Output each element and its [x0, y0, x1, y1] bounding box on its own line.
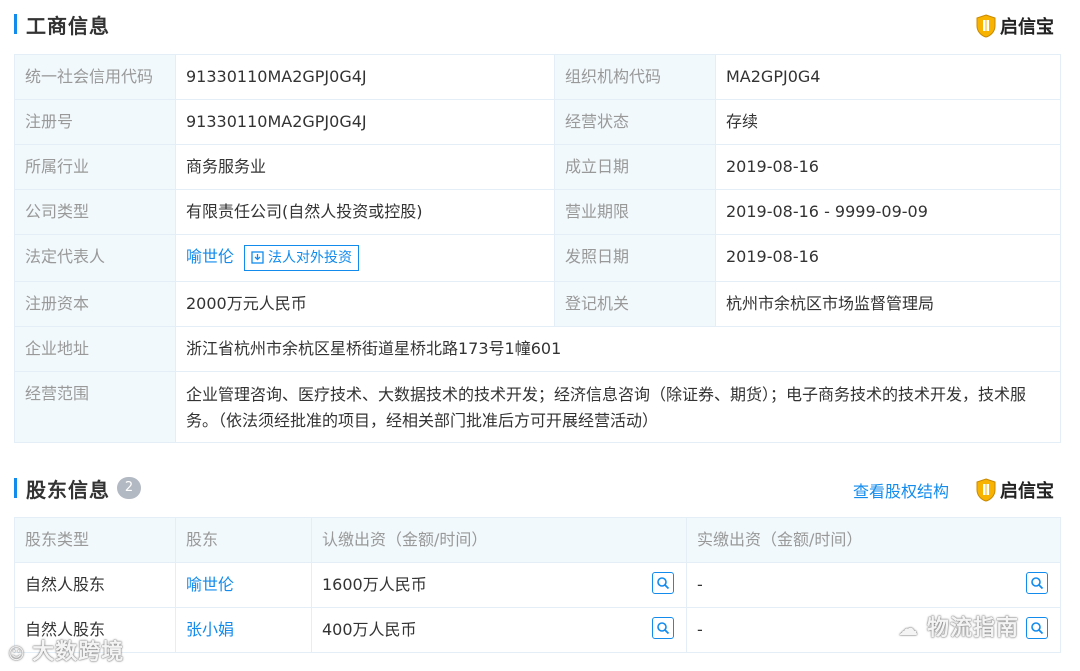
watermark-right-text: 物流指南 [926, 616, 1019, 641]
info-value: 2019-08-16 [715, 144, 1061, 190]
watermark-logo: ☺ [8, 644, 33, 663]
shareholder-name-cell: 喻世伦 [175, 562, 312, 608]
info-value: 91330110MA2GPJ0G4J [175, 54, 555, 100]
info-row: 企业地址 浙江省杭州市余杭区星桥街道星桥北路173号1幢601 [14, 326, 1061, 372]
shareholder-name-cell: 张小娟 [175, 607, 312, 653]
brand-name: 启信宝 [1000, 481, 1054, 502]
info-row: 所属行业 商务服务业 成立日期 2019-08-16 [14, 144, 1061, 190]
shareholder-type: 自然人股东 [14, 562, 176, 608]
info-value: 存续 [715, 99, 1061, 145]
info-value: 2019-08-16 [715, 234, 1061, 282]
investment-icon [251, 251, 264, 264]
search-button[interactable] [1026, 572, 1048, 594]
business-info-header: 工商信息 [14, 8, 110, 40]
search-icon [657, 622, 670, 635]
scope-value: 企业管理咨询、医疗技术、大数据技术的技术开发；经济信息咨询（除证券、期货）；电子… [175, 371, 1061, 443]
scope-label: 经营范围 [14, 371, 176, 443]
info-label: 法定代表人 [14, 234, 176, 282]
column-header: 认缴出资（金额/时间） [311, 517, 687, 563]
info-label: 统一社会信用代码 [14, 54, 176, 100]
info-label: 营业期限 [554, 189, 716, 235]
search-icon [657, 577, 670, 590]
column-header: 股东类型 [14, 517, 176, 563]
info-row: 注册号 91330110MA2GPJ0G4J 经营状态 存续 [14, 99, 1061, 145]
business-info-table: 统一社会信用代码 91330110MA2GPJ0G4J 组织机构代码 MA2GP… [14, 54, 1061, 443]
info-label: 公司类型 [14, 189, 176, 235]
info-label: 经营状态 [554, 99, 716, 145]
search-icon [1031, 577, 1044, 590]
info-value: 杭州市余杭区市场监督管理局 [715, 281, 1061, 327]
info-value: MA2GPJ0G4 [715, 54, 1061, 100]
shield-logo-icon [976, 478, 996, 502]
wechat-icon: ☁ [898, 616, 927, 640]
info-row: 公司类型 有限责任公司(自然人投资或控股) 营业期限 2019-08-16 - … [14, 189, 1061, 235]
column-header: 实缴出资（金额/时间） [686, 517, 1061, 563]
info-row: 法定代表人 喻世伦 法人对外投资 发照日期 2019-08-16 [14, 234, 1061, 282]
info-row: 经营范围 企业管理咨询、医疗技术、大数据技术的技术开发；经济信息咨询（除证券、期… [14, 371, 1061, 443]
watermark-left: ☺ 大数跨境 [8, 634, 124, 666]
table-header-row: 股东类型 股东 认缴出资（金额/时间） 实缴出资（金额/时间） [14, 517, 1061, 563]
view-equity-structure-link[interactable]: 查看股权结构 [853, 478, 949, 502]
paid-capital-cell: - [686, 562, 1061, 608]
info-row: 统一社会信用代码 91330110MA2GPJ0G4J 组织机构代码 MA2GP… [14, 54, 1061, 100]
subscribed-capital-cell: 1600万人民币 [311, 562, 687, 608]
investment-tag-label: 法人对外投资 [268, 249, 353, 266]
address-label: 企业地址 [14, 326, 176, 372]
info-value: 2000万元人民币 [175, 281, 555, 327]
info-value: 喻世伦 法人对外投资 [175, 234, 555, 282]
brand-name: 启信宝 [1000, 17, 1054, 38]
brand-logo: 启信宝 [976, 477, 1054, 503]
legal-rep-investment-button[interactable]: 法人对外投资 [244, 244, 360, 271]
shareholder-name-link[interactable]: 张小娟 [186, 608, 301, 652]
shield-logo-icon [976, 14, 996, 38]
info-label: 注册号 [14, 99, 176, 145]
search-button[interactable] [1026, 617, 1048, 639]
section-title: 工商信息 [26, 13, 110, 38]
info-label: 成立日期 [554, 144, 716, 190]
info-label: 登记机关 [554, 281, 716, 327]
info-value: 91330110MA2GPJ0G4J [175, 99, 555, 145]
section-accent-bar [14, 14, 17, 34]
info-label: 发照日期 [554, 234, 716, 282]
search-button[interactable] [652, 572, 674, 594]
table-row: 自然人股东 喻世伦 1600万人民币 - [14, 562, 1061, 608]
search-icon [1031, 622, 1044, 635]
watermark-left-text: 大数跨境 [32, 640, 125, 665]
info-value: 商务服务业 [175, 144, 555, 190]
column-header: 股东 [175, 517, 312, 563]
section-accent-bar [14, 478, 17, 498]
section-title: 股东信息 [26, 477, 110, 502]
watermark-right: ☁ 物流指南 [898, 610, 1019, 642]
address-value: 浙江省杭州市余杭区星桥街道星桥北路173号1幢601 [175, 326, 1061, 372]
info-value: 有限责任公司(自然人投资或控股) [175, 189, 555, 235]
shareholders-header: 股东信息 2 [14, 472, 141, 504]
brand-logo: 启信宝 [976, 13, 1054, 39]
legal-rep-link[interactable]: 喻世伦 [186, 247, 234, 266]
shareholder-count-badge: 2 [117, 477, 141, 499]
search-button[interactable] [652, 617, 674, 639]
info-label: 注册资本 [14, 281, 176, 327]
info-row: 注册资本 2000万元人民币 登记机关 杭州市余杭区市场监督管理局 [14, 281, 1061, 327]
info-value: 2019-08-16 - 9999-09-09 [715, 189, 1061, 235]
info-label: 组织机构代码 [554, 54, 716, 100]
info-label: 所属行业 [14, 144, 176, 190]
shareholder-name-link[interactable]: 喻世伦 [186, 563, 301, 607]
subscribed-capital-cell: 400万人民币 [311, 607, 687, 653]
